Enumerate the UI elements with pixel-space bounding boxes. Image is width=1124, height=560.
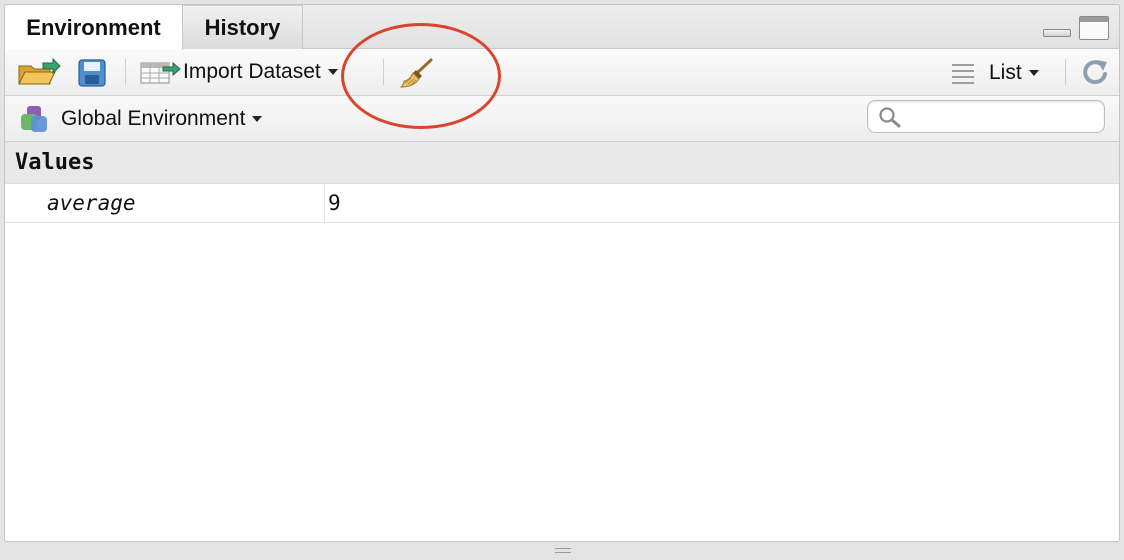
pane-resize-handle[interactable] — [555, 547, 571, 554]
minimize-pane-button[interactable] — [1043, 29, 1071, 37]
load-workspace-button[interactable] — [17, 57, 61, 87]
view-mode-label: List — [989, 61, 1022, 84]
chevron-down-icon — [1028, 70, 1039, 76]
save-icon — [78, 59, 106, 87]
toolbar-separator — [383, 59, 384, 85]
environment-pane: Environment History Import Dataset List … — [4, 4, 1120, 542]
table-row[interactable]: average 9 — [5, 184, 1119, 223]
view-mode-dropdown[interactable]: List — [951, 61, 1039, 85]
search-box — [867, 100, 1105, 133]
import-dataset-label: Import Dataset — [183, 60, 321, 83]
list-icon — [952, 64, 974, 84]
search-input[interactable] — [908, 105, 1098, 129]
environment-selector-bar: Global Environment — [5, 96, 1119, 142]
tab-history[interactable]: History — [183, 5, 303, 49]
toolbar-separator — [1065, 59, 1066, 85]
open-folder-icon — [18, 57, 61, 85]
variable-value: 9 — [328, 191, 341, 215]
tab-bar: Environment History — [5, 5, 1119, 50]
import-dataset-icon — [140, 61, 181, 84]
environment-selector-label: Global Environment — [61, 107, 246, 130]
clear-workspace-button[interactable] — [399, 57, 435, 89]
toolbar-separator — [125, 59, 126, 85]
values-section-header: Values — [5, 142, 1119, 184]
environment-icon — [21, 106, 47, 132]
tab-environment[interactable]: Environment — [5, 5, 183, 50]
chevron-down-icon — [327, 69, 338, 75]
variable-name: average — [5, 184, 325, 222]
search-icon — [879, 107, 901, 128]
refresh-icon — [1083, 60, 1107, 85]
import-dataset-button[interactable]: Import Dataset — [139, 59, 338, 85]
environment-selector[interactable]: Global Environment — [19, 104, 263, 134]
chevron-down-icon — [252, 116, 263, 122]
environment-toolbar: Import Dataset List — [5, 49, 1119, 96]
broom-icon — [399, 58, 433, 88]
refresh-button[interactable] — [1079, 58, 1111, 88]
save-workspace-button[interactable] — [77, 58, 107, 88]
maximize-pane-button[interactable] — [1079, 16, 1109, 40]
